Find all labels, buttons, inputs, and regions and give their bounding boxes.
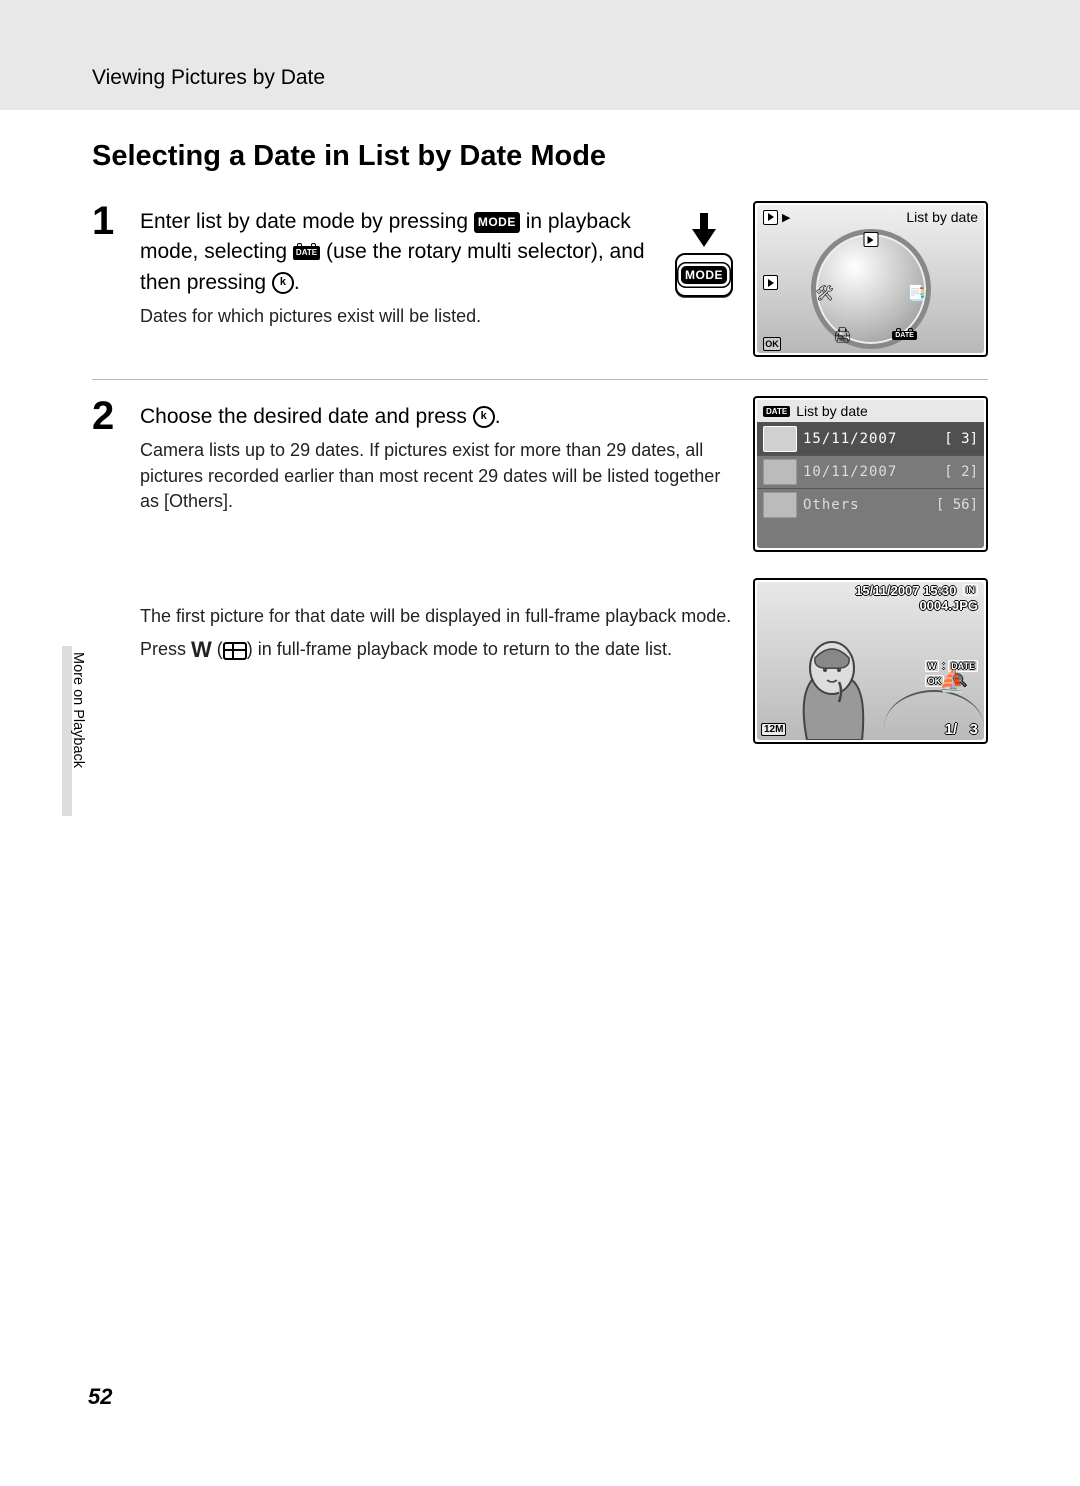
playback-filename: 0004.JPG <box>919 598 978 613</box>
date-row-selected: 15/11/2007 [ 3] <box>757 422 984 455</box>
step2-text: Choose the desired date and press k. Cam… <box>140 396 739 666</box>
step-divider <box>92 379 988 380</box>
person-illustration <box>767 620 897 740</box>
playback-screen: 15/11/2007 15:30 IN 0004.JPG W:DATE OK:🔍… <box>753 578 988 744</box>
mode-button-box: MODE <box>675 253 733 297</box>
list-by-date-screen: DATE List by date 15/11/2007 [ 3] 10/11/… <box>753 396 988 552</box>
page-title: Selecting a Date in List by Date Mode <box>92 140 988 173</box>
mode-button-diagram: MODE <box>669 201 739 297</box>
menu-icon: 📑 <box>906 282 928 304</box>
print-icon: 🖨 <box>832 324 854 346</box>
thumbnail-icon <box>223 642 247 660</box>
lcd1-title: List by date <box>906 209 978 225</box>
date-row: Others [ 56] <box>757 488 984 521</box>
step2-sub3: Press W () in full-frame playback mode t… <box>140 635 739 666</box>
rotary-play-icon <box>863 232 878 247</box>
thumb-icon <box>763 492 797 518</box>
date-row-1-count: [ 2] <box>944 464 978 480</box>
date-icon: DATE <box>293 246 320 260</box>
step2-lead-a: Choose the desired date and press <box>140 405 473 428</box>
date-row-2-date: Others <box>803 497 860 513</box>
step-1: 1 Enter list by date mode by pressing MO… <box>92 201 988 371</box>
page-number: 52 <box>88 1384 112 1410</box>
hill-illustration <box>884 690 984 740</box>
rotary-date-icon: DATE <box>894 324 916 346</box>
page-content: Selecting a Date in List by Date Mode 1 … <box>0 110 1080 744</box>
step1-lead-a: Enter list by date mode by pressing <box>140 210 474 233</box>
ok-icon-2: k <box>473 406 495 428</box>
mode-button-label: MODE <box>681 266 727 284</box>
w-button-label: W <box>191 637 212 662</box>
date-row-0-count: [ 3] <box>944 431 978 447</box>
step2-sub1: Camera lists up to 29 dates. If pictures… <box>140 438 739 514</box>
step-2: 2 Choose the desired date and press k. C… <box>92 396 988 744</box>
page-header-bar: Viewing Pictures by Date <box>0 0 1080 110</box>
step2-lead-b: . <box>495 405 501 428</box>
boat-icon: ⛵ <box>939 668 966 694</box>
play-arrow-small-icon: ▶ <box>782 211 790 224</box>
playback-left-icon <box>763 275 778 290</box>
date-row-2-count: [ 56] <box>936 497 978 513</box>
side-section-label: More on Playback <box>70 652 86 768</box>
playback-datetime: 15/11/2007 15:30 <box>855 583 956 598</box>
step1-subtext: Dates for which pictures exist will be l… <box>140 304 655 329</box>
thumb-icon <box>763 459 797 485</box>
rotary-selector: 🛠 📑 🖨 DATE <box>811 229 931 349</box>
ok-icon: k <box>272 272 294 294</box>
arrow-down-icon <box>692 229 716 247</box>
in-badge: IN <box>963 584 978 596</box>
step1-lcd-diagram: ▶ List by date OK 🛠 📑 🖨 DATE <box>753 201 988 357</box>
ok-bottom-icon: OK <box>763 337 781 351</box>
lcd2-title: List by date <box>796 403 868 419</box>
step-number-2: 2 <box>92 396 140 436</box>
step1-lead-d: . <box>294 271 300 294</box>
date-row-1-date: 10/11/2007 <box>803 464 897 480</box>
thumb-icon <box>763 426 797 452</box>
date-header-icon: DATE <box>763 406 790 417</box>
step-number-1: 1 <box>92 201 140 241</box>
step2-sub2: The first picture for that date will be … <box>140 604 739 629</box>
step1-text: Enter list by date mode by pressing MODE… <box>140 201 655 330</box>
date-row: 10/11/2007 [ 2] <box>757 455 984 488</box>
breadcrumb: Viewing Pictures by Date <box>92 66 325 90</box>
step2-diagrams: DATE List by date 15/11/2007 [ 3] 10/11/… <box>753 396 988 744</box>
date-row-0-date: 15/11/2007 <box>803 431 897 447</box>
mode-icon: MODE <box>474 212 520 233</box>
playback-info: 15/11/2007 15:30 IN 0004.JPG <box>855 584 978 614</box>
wrench-icon: 🛠 <box>814 282 836 304</box>
playback-icon <box>763 210 778 225</box>
